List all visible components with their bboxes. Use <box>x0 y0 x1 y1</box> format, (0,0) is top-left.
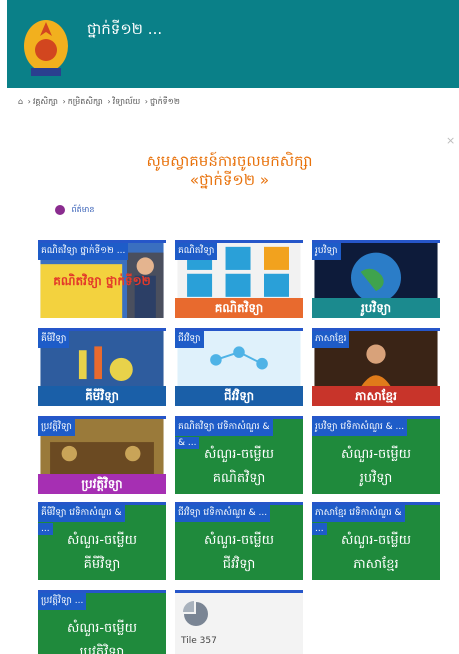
breadcrumb-item[interactable]: វិទ្យាល័យ <box>113 97 141 106</box>
course-tile-math[interactable]: គណិតវិទ្យា គណិតវិទ្យា <box>175 240 303 318</box>
tile-tag: ភាសាខ្មែរ វេទិកាសំណួរ & <box>312 505 405 522</box>
home-icon[interactable]: ⌂ <box>18 97 23 106</box>
site-header: ថ្នាក់ទី១២ ... <box>7 0 459 88</box>
breadcrumb: ⌂ › វគ្គសិក្សា › កម្រិតសិក្សា › វិទ្យាល័យ ›… <box>18 97 180 106</box>
pie-chart-icon <box>183 601 208 626</box>
course-tile-chemistry[interactable]: គីមីវិទ្យា គីមីវិទ្យា <box>38 328 166 406</box>
breadcrumb-item[interactable]: កម្រិតសិក្សា <box>68 97 103 106</box>
forum-tile-history[interactable]: ប្រវត្តិវិទ្យា ... សំណួរ-ចម្លើយ ប្រវត្តិវ… <box>38 590 166 654</box>
tile-tag: រូបវិទ្យា <box>312 243 341 260</box>
forum-tile-biology[interactable]: ជីវវិទ្យា វេទិកាសំណួរ & ... សំណួរ-ចម្លើយ… <box>175 502 303 580</box>
user-label: ព័ត៌មាន <box>71 205 95 214</box>
tile-body: សំណួរ-ចម្លើយ ភាសាខ្មែរ <box>340 533 412 572</box>
breadcrumb-item[interactable]: ថ្នាក់ទី១២ <box>150 97 180 106</box>
user-info-link[interactable]: ព័ត៌មាន <box>55 204 94 216</box>
tile-tag: គណិតវិទ្យា វេទិកាសំណួរ & <box>175 419 273 436</box>
tile-tag: គណិតវិទ្យា ថ្នាក់ទី១២ ... <box>38 243 129 260</box>
tile-tag: ជីវវិទ្យា វេទិកាសំណួរ & ... <box>175 505 271 522</box>
user-icon <box>55 204 65 215</box>
tile-banner: ជីវវិទ្យា <box>175 386 303 406</box>
course-tile-biology[interactable]: ជីវវិទ្យា ជីវវិទ្យា <box>175 328 303 406</box>
tile-tag: គណិតវិទ្យា <box>175 243 218 260</box>
tile-banner: រូបវិទ្យា <box>312 298 440 318</box>
tile-body: សំណួរ-ចម្លើយ ជីវវិទ្យា <box>203 533 275 572</box>
welcome-subheading: «ថ្នាក់ទី១២ » <box>189 171 270 189</box>
tile-tag: ប្រវត្តិវិទ្យា ... <box>38 593 87 610</box>
breadcrumb-item[interactable]: វគ្គសិក្សា <box>33 97 58 106</box>
course-tile-math-grade12[interactable]: គណិតវិទ្យា ថ្នាក់ទី១២ ... គណិតវិទ្យា ថ្ន… <box>38 240 166 318</box>
tile-banner: គីមីវិទ្យា <box>38 386 166 406</box>
tile-tag: ជីវវិទ្យា <box>175 331 204 348</box>
tile-tag: រូបវិទ្យា វេទិកាសំណួរ & ... <box>312 419 408 436</box>
tile-tag: ភាសាខ្មែរ <box>312 331 350 348</box>
tile-body: សំណួរ-ចម្លើយ គណិតវិទ្យា <box>203 447 275 486</box>
tile-body: សំណួរ-ចម្លើយ គីមីវិទ្យា <box>66 533 138 572</box>
tile-banner: ប្រវត្តិវិទ្យា <box>38 474 166 494</box>
forum-tile-khmer[interactable]: ភាសាខ្មែរ វេទិកាសំណួរ & ... សំណួរ-ចម្លើយ… <box>312 502 440 580</box>
course-tile-history[interactable]: ប្រវត្តិវិទ្យា ប្រវត្តិវិទ្យា <box>38 416 166 494</box>
forum-tile-chemistry[interactable]: គីមីវិទ្យា វេទិកាសំណួរ & ... សំណួរ-ចម្លើ… <box>38 502 166 580</box>
forum-tile-math[interactable]: គណិតវិទ្យា វេទិកាសំណួរ & & ... សំណួរ-ចម្… <box>175 416 303 494</box>
course-tile-physics[interactable]: រូបវិទ្យា រូបវិទ្យា <box>312 240 440 318</box>
tile-357[interactable]: Tile 357 <box>175 590 303 654</box>
tile-tag: ប្រវត្តិវិទ្យា <box>38 419 75 436</box>
tile-label: Tile 357 <box>181 636 217 646</box>
ministry-logo[interactable] <box>21 16 71 82</box>
tile-body: សំណួរ-ចម្លើយ រូបវិទ្យា <box>340 447 412 486</box>
forum-tile-physics[interactable]: រូបវិទ្យា វេទិកាសំណួរ & ... សំណួរ-ចម្លើយ… <box>312 416 440 494</box>
tile-tag: គីមីវិទ្យា វេទិកាសំណួរ & <box>38 505 125 522</box>
tile-banner: គណិតវិទ្យា ថ្នាក់ទី១២ <box>53 274 151 288</box>
tile-tag: គីមីវិទ្យា <box>38 331 70 348</box>
close-icon[interactable]: × <box>446 134 455 147</box>
tile-banner: គណិតវិទ្យា <box>175 298 303 318</box>
site-title: ថ្នាក់ទី១២ ... <box>87 20 163 38</box>
tile-body: សំណួរ-ចម្លើយ ប្រវត្តិវិទ្យា <box>66 621 138 654</box>
tile-banner: ភាសាខ្មែរ <box>312 386 440 406</box>
course-tile-khmer[interactable]: ភាសាខ្មែរ ភាសាខ្មែរ <box>312 328 440 406</box>
